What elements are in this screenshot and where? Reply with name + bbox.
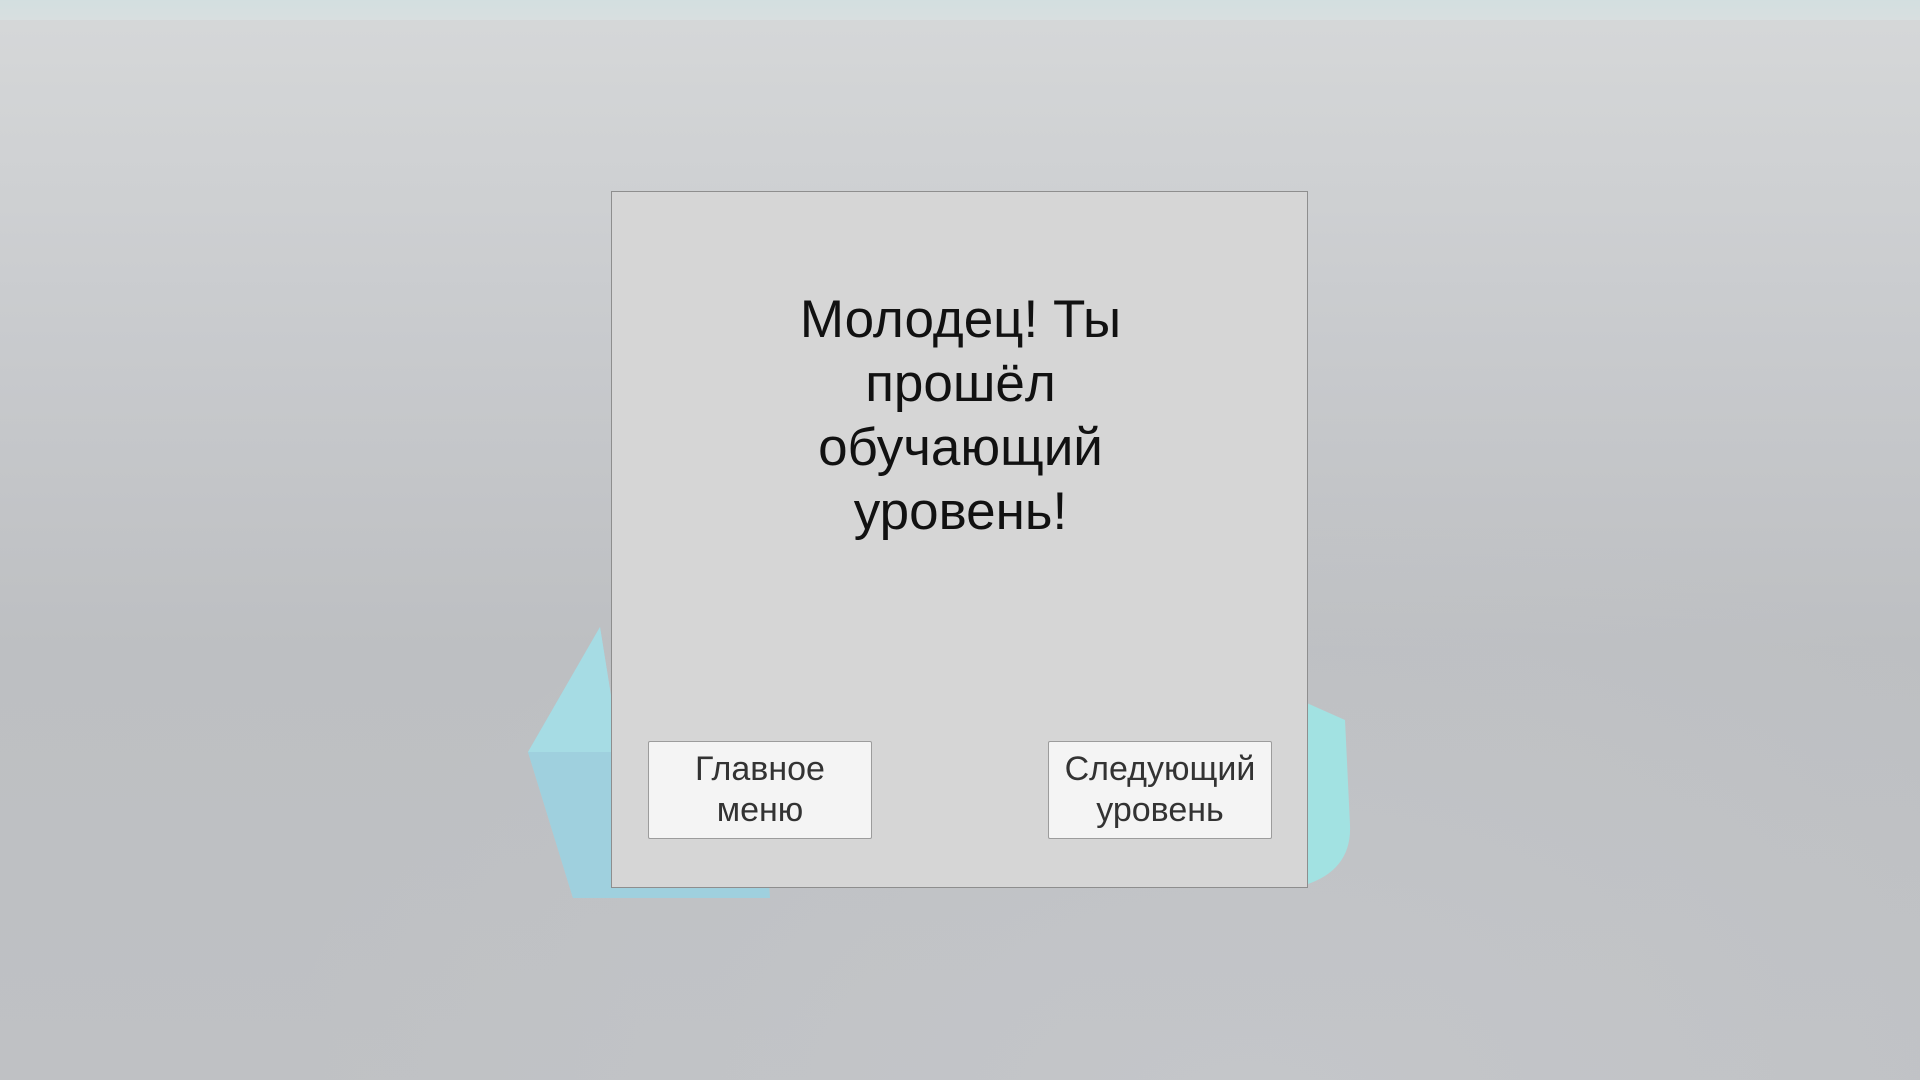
level-complete-message: Молодец! Ты прошёл обучающий уровень! <box>799 290 1122 541</box>
main-menu-button[interactable]: Главное меню <box>648 741 872 839</box>
level-complete-dialog: Молодец! Ты прошёл обучающий уровень! Гл… <box>611 191 1308 888</box>
next-level-button[interactable]: Следующий уровень <box>1048 741 1272 839</box>
